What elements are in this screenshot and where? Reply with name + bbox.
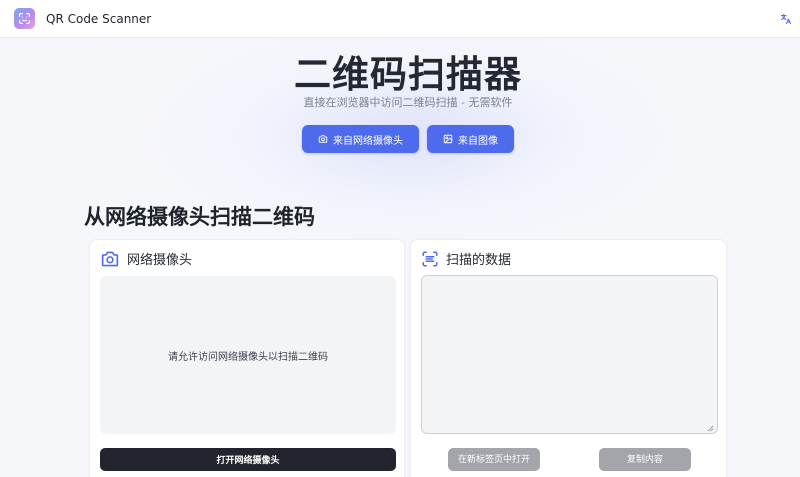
from-image-label: 来自图像 (458, 135, 498, 147)
webcam-preview: 请允许访问网络摄像头以扫描二维码 (100, 276, 396, 434)
scanned-data-card: 扫描的数据 在新标签页中打开 复制内容 (410, 239, 727, 477)
open-in-new-tab-button[interactable]: 在新标签页中打开 (448, 448, 540, 471)
image-icon (443, 134, 453, 144)
copy-content-button[interactable]: 复制内容 (599, 448, 691, 471)
webcam-card-title: 网络摄像头 (127, 253, 193, 268)
webcam-card-header: 网络摄像头 (100, 249, 192, 268)
top-navbar: QR Code Scanner (0, 0, 800, 38)
page-subtitle: 直接在浏览器中访问二维码扫描 - 无需软件 (303, 96, 513, 109)
scanned-data-textarea[interactable] (421, 275, 718, 434)
translate-icon (781, 14, 791, 24)
scan-icon (19, 13, 30, 24)
scan-text-icon (422, 251, 438, 266)
page-title: 二维码扫描器 (294, 53, 522, 96)
webcam-permission-message: 请允许访问网络摄像头以扫描二维码 (168, 351, 328, 363)
from-webcam-label: 来自网络摄像头 (333, 135, 403, 147)
resize-handle-icon[interactable] (707, 425, 714, 432)
section-title: 从网络摄像头扫描二维码 (84, 205, 315, 229)
camera-icon (318, 135, 328, 143)
open-webcam-button[interactable]: 打开网络摄像头 (100, 448, 396, 471)
scanned-data-title: 扫描的数据 (446, 253, 512, 268)
webcam-card: 网络摄像头 请允许访问网络摄像头以扫描二维码 打开网络摄像头 (89, 239, 405, 477)
from-webcam-button[interactable]: 来自网络摄像头 (302, 125, 419, 153)
from-image-button[interactable]: 来自图像 (427, 125, 514, 153)
language-switch-button[interactable] (776, 9, 796, 29)
scanned-data-header: 扫描的数据 (421, 249, 511, 268)
app-title[interactable]: QR Code Scanner (46, 12, 151, 26)
hero-actions: 来自网络摄像头 来自图像 (302, 125, 514, 153)
camera-icon (101, 251, 119, 266)
app-logo[interactable] (14, 8, 35, 29)
